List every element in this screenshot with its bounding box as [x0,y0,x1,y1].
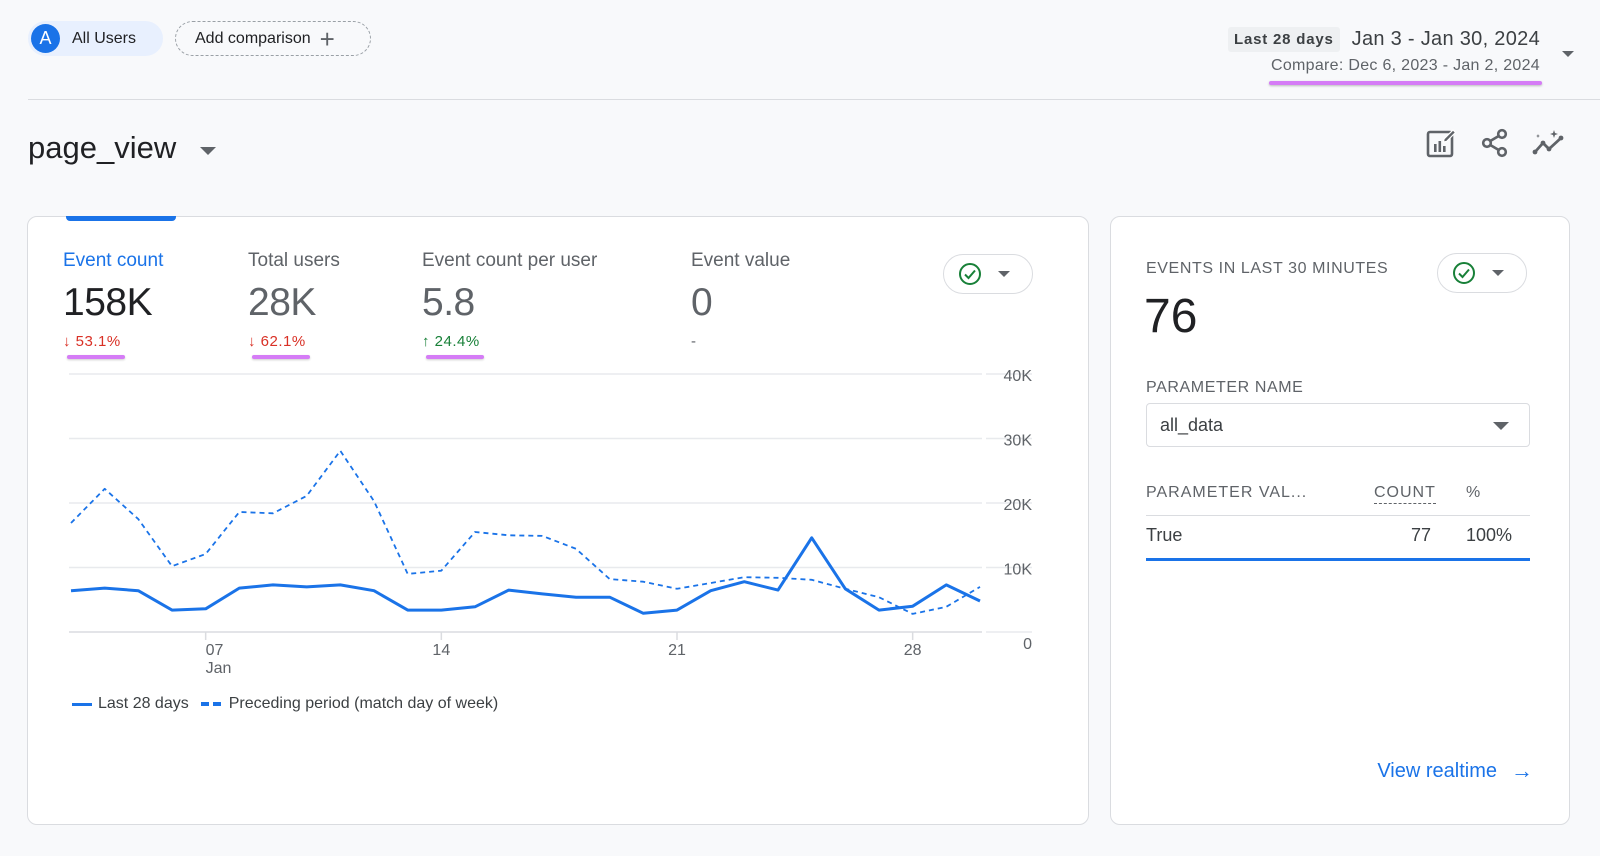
realtime-value: 76 [1144,290,1198,343]
table-row[interactable]: True 77 100% [1146,525,1530,553]
view-realtime-label: View realtime [1377,759,1497,782]
legend-label-previous: Preceding period (match day of week) [228,695,499,712]
date-preset-badge: Last 28 days [1227,27,1340,52]
share-button[interactable] [1478,126,1512,160]
parameter-name-value: all_data [1160,414,1224,435]
legend-dashed-swatch [200,702,221,706]
insights-icon [1532,130,1564,155]
legend-label-current: Last 28 days [98,695,189,712]
annotation-underline [1268,81,1542,85]
segment-label: All Users [72,29,137,47]
x-tick-label: 14 [432,642,450,659]
check-circle-icon [1453,262,1475,284]
legend-solid-swatch [72,702,92,706]
x-tick-label: 28 [904,642,922,659]
realtime-title: EVENTS IN LAST 30 MINUTES [1146,260,1389,277]
row-parameter-value: True [1146,525,1183,545]
realtime-quality-dropdown[interactable] [1437,253,1527,293]
series-line-preceding-period [70,449,981,615]
report-toolbar [1424,126,1566,160]
realtime-card: EVENTS IN LAST 30 MINUTES 76 PARAMETER N… [1110,216,1570,825]
row-share-bar [1146,558,1530,561]
share-icon [1481,128,1508,158]
insights-button[interactable] [1532,126,1566,160]
y-tick-label: 0 [1023,636,1032,653]
row-count: 77 [1410,525,1431,545]
parameter-table-header: PARAMETER VAL... COUNT % [1146,484,1530,516]
plus-icon: + [319,23,335,54]
segment-avatar: A [31,24,60,53]
chevron-down-icon [1492,270,1504,276]
parameter-name-select[interactable]: all_data [1146,403,1530,447]
event-overview-card: Event count 158K ↓ 53.1% Total users 28K… [27,216,1089,825]
header-percent: % [1466,484,1482,501]
compare-range-label: Compare: Dec 6, 2023 - Jan 2, 2024 [1270,57,1540,74]
header-parameter-value: PARAMETER VAL... [1146,484,1308,501]
header-divider [28,99,1600,100]
page-title: page_view [28,130,177,165]
y-tick-label: 30K [1004,433,1033,450]
parameter-name-label: PARAMETER NAME [1146,379,1304,396]
chevron-down-icon [200,147,217,155]
event-count-line-chart: 0 10K 20K 30K 40K 07Jan 14 21 28 [69,368,1033,677]
edit-report-button[interactable] [1424,126,1458,160]
date-range-dropdown-icon[interactable] [1562,51,1574,57]
chart-legend: Last 28 days Preceding period (match day… [72,695,498,713]
series-line-last-28-days [70,536,981,615]
y-tick-label: 10K [1004,562,1033,579]
y-tick-label: 40K [1004,368,1033,385]
date-range-text: Jan 3 - Jan 30, 2024 [1351,28,1540,50]
x-tick-label: 07 [206,642,224,659]
y-tick-label: 20K [1004,497,1033,514]
x-tick-label: 21 [668,642,686,659]
edit-report-icon [1426,129,1457,158]
arrow-right-icon: → [1511,758,1533,783]
segment-chip-all-users[interactable]: A All Users [28,21,163,56]
add-comparison-button[interactable]: Add comparison + [175,21,371,56]
event-selector[interactable]: page_view [28,130,217,166]
add-comparison-label: Add comparison [195,29,311,47]
compare-range-text: Compare: Dec 6, 2023 - Jan 2, 2024 [1268,57,1542,85]
date-range-picker[interactable]: Last 28 days Jan 3 - Jan 30, 2024 Compar… [1227,27,1542,85]
dropdown-arrow-icon [1493,422,1509,430]
x-tick-sublabel: Jan [206,660,232,677]
header-count[interactable]: COUNT [1374,484,1436,504]
row-percent: 100% [1466,525,1513,545]
view-realtime-link[interactable]: View realtime → [1377,758,1533,784]
